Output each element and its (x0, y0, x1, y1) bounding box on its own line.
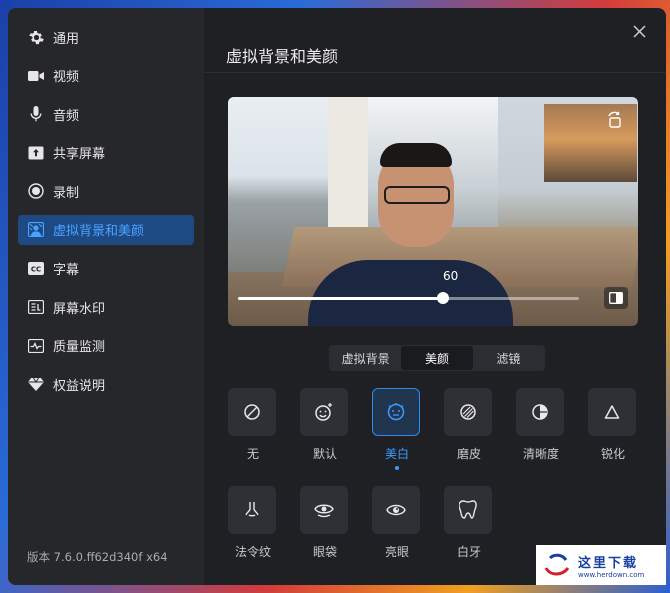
nasolabial-icon (245, 502, 259, 517)
tab-virtual-background[interactable]: 虚拟背景 (330, 346, 401, 370)
rotate-icon[interactable] (606, 111, 624, 129)
share-screen-icon (28, 145, 44, 161)
clarity-icon (532, 404, 548, 420)
effect-smooth-skin[interactable]: 磨皮 (444, 388, 494, 462)
beauty-tabs: 虚拟背景 美颜 滤镜 (329, 345, 545, 371)
sidebar-item-benefits[interactable]: 权益说明 (18, 369, 194, 399)
compare-icon (609, 292, 623, 304)
gear-icon (28, 29, 44, 45)
intensity-slider-track[interactable] (238, 297, 579, 300)
whitening-icon (387, 403, 405, 421)
tooth-icon (459, 500, 477, 519)
sidebar-item-record[interactable]: 录制 (18, 176, 194, 206)
sidebar-item-label: 虚拟背景和美颜 (53, 224, 145, 240)
sidebar-item-general[interactable]: 通用 (18, 22, 194, 52)
effect-none[interactable]: 无 (228, 388, 278, 462)
eye-bag-icon (314, 504, 334, 518)
sidebar-item-label: 通用 (53, 31, 80, 47)
sidebar: 通用 视频 音频 共享屏幕 录制 虚拟背景和美颜 CC 字幕 屏幕水印 质量监测… (8, 8, 204, 585)
sidebar-item-label: 权益说明 (53, 378, 106, 394)
camera-icon (28, 68, 44, 84)
close-icon (632, 24, 646, 38)
effect-nasolabial[interactable]: 法令纹 (228, 486, 278, 560)
smooth-skin-icon (460, 404, 476, 420)
version-text: 版本 7.6.0.ff62d340f x64 (27, 550, 168, 564)
sidebar-item-quality-monitor[interactable]: 质量监测 (18, 331, 194, 361)
compare-button[interactable] (604, 287, 628, 309)
tab-beauty[interactable]: 美颜 (401, 346, 473, 370)
bright-eye-icon (386, 504, 406, 516)
svg-text:CC: CC (31, 266, 41, 274)
none-icon (244, 404, 260, 420)
slider-value: 60 (443, 269, 459, 283)
effect-whitening[interactable]: 美白 (372, 388, 422, 470)
effect-default[interactable]: 默认 (300, 388, 350, 462)
virtual-background-icon (28, 222, 44, 238)
sidebar-item-video[interactable]: 视频 (18, 61, 194, 91)
intensity-slider-thumb[interactable] (436, 292, 449, 304)
main-panel: 虚拟背景和美颜 60 虚拟背景 美颜 滤镜 无 默认 美白 磨皮 清晰度 锐化 … (204, 8, 666, 585)
sidebar-item-label: 字幕 (53, 263, 80, 279)
sidebar-item-label: 屏幕水印 (53, 301, 106, 317)
title-divider (204, 72, 666, 73)
effect-clarity[interactable]: 清晰度 (516, 388, 566, 462)
caption-icon: CC (28, 261, 44, 277)
sidebar-item-audio[interactable]: 音频 (18, 99, 194, 129)
selected-indicator (395, 466, 399, 470)
site-watermark: 这里下载 www.herdown.com (536, 545, 666, 585)
pulse-icon (28, 338, 44, 354)
settings-window: 通用 视频 音频 共享屏幕 录制 虚拟背景和美颜 CC 字幕 屏幕水印 质量监测… (8, 8, 666, 585)
sidebar-item-label: 共享屏幕 (53, 147, 106, 163)
camera-preview: 60 (228, 97, 638, 326)
sidebar-item-label: 质量监测 (53, 340, 106, 356)
page-title: 虚拟背景和美颜 (226, 47, 339, 66)
intensity-slider-fill (238, 297, 443, 300)
sidebar-item-label: 录制 (53, 185, 80, 201)
sharpen-icon (604, 405, 620, 419)
tab-filter[interactable]: 滤镜 (473, 346, 544, 370)
sidebar-item-caption[interactable]: CC 字幕 (18, 254, 194, 284)
sidebar-item-share-screen[interactable]: 共享屏幕 (18, 138, 194, 168)
smile-sparkle-icon (315, 403, 332, 421)
watermark-icon (28, 299, 44, 315)
effect-sharpen[interactable]: 锐化 (588, 388, 638, 462)
sidebar-item-label: 视频 (53, 70, 80, 86)
effect-eye-bag[interactable]: 眼袋 (300, 486, 350, 560)
microphone-icon (28, 106, 44, 122)
diamond-icon (28, 376, 44, 392)
close-button[interactable] (630, 22, 648, 40)
effect-white-teeth[interactable]: 白牙 (444, 486, 494, 560)
logo-icon (544, 553, 570, 576)
sidebar-item-virtual-background[interactable]: 虚拟背景和美颜 (18, 214, 194, 245)
sidebar-item-screen-watermark[interactable]: 屏幕水印 (18, 292, 194, 322)
effect-bright-eye[interactable]: 亮眼 (372, 486, 422, 560)
record-icon (28, 183, 44, 200)
sidebar-item-label: 音频 (53, 108, 80, 124)
